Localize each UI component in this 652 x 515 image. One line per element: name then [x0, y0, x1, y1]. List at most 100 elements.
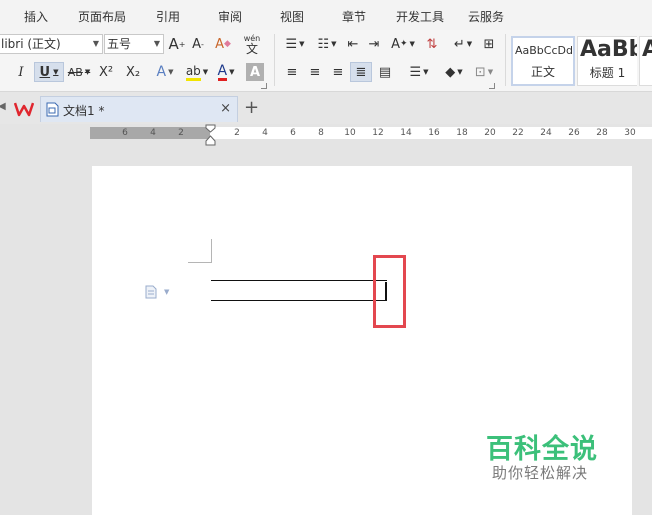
pinyin-char: 文 — [245, 42, 258, 56]
chevron-down-icon: ▼ — [153, 39, 160, 48]
ruler-tick: 6 — [122, 128, 128, 138]
ruler-tick: 20 — [484, 128, 496, 138]
margin-corner-mark — [188, 262, 212, 263]
font-dialog-launcher-icon[interactable] — [261, 83, 267, 89]
align-right-icon[interactable]: ≡ — [330, 62, 346, 82]
font-size-value: 五号 — [107, 37, 132, 51]
style-more[interactable]: A — [639, 36, 652, 86]
align-center-icon[interactable]: ≡ — [307, 62, 323, 82]
line-spacing-icon[interactable]: ☰ ▼ — [404, 62, 434, 82]
ruler-tick: 28 — [596, 128, 608, 138]
chevron-down-icon: ▼ — [92, 39, 99, 48]
tab-document-1[interactable]: 文档1 * × — [40, 96, 238, 122]
grow-font-icon[interactable]: A + — [168, 34, 186, 54]
decrease-indent-icon[interactable]: ⇤ — [344, 34, 362, 54]
clear-format-icon[interactable]: A ◆ — [212, 34, 234, 54]
menu-tab-cloud[interactable]: 云服务 — [468, 8, 504, 25]
menu-tab-references[interactable]: 引用 — [156, 8, 180, 25]
ribbon: libri (正文) ▼ 五号 ▼ A + A- A ◆ wén 文 I U ▼ AB… — [0, 30, 652, 92]
subscript-button[interactable]: X₂ — [122, 62, 144, 82]
chevron-down-icon: ▼ — [84, 68, 91, 76]
menu-bar: 插入 页面布局 引用 审阅 视图 章节 开发工具 云服务 — [0, 0, 652, 30]
chinese-layout-icon[interactable]: A ✦ ▼ — [388, 34, 418, 54]
ruler-tick: 30 — [624, 128, 636, 138]
highlight-annotation-box — [373, 255, 406, 328]
menu-tab-view[interactable]: 视图 — [280, 8, 304, 25]
menu-tab-page-layout[interactable]: 页面布局 — [78, 8, 126, 25]
tab-scroll-left-icon[interactable]: ◀ — [0, 101, 6, 112]
align-left-icon[interactable]: ≡ — [284, 62, 300, 82]
style-name: 正文 — [530, 65, 555, 79]
show-marks-icon[interactable]: ↵ ▼ — [450, 34, 476, 54]
italic-button[interactable]: I — [14, 62, 28, 82]
style-sample: AaBb — [580, 37, 637, 62]
font-size-select[interactable]: 五号 ▼ — [104, 34, 164, 54]
numbered-list-icon[interactable]: ☷ ▼ — [312, 34, 342, 54]
ruler-tick: 2 — [178, 128, 184, 138]
horizontal-ruler[interactable]: 6 4 2 2 4 6 8 10 12 14 16 18 20 22 24 26… — [90, 127, 652, 139]
highlight-color-icon[interactable]: ab ▼ — [182, 62, 212, 82]
ruler-tick: 12 — [372, 128, 384, 138]
document-tab-bar: ◀ 文档1 * × + — [0, 92, 652, 124]
text-effect-icon[interactable]: A ▼ — [151, 62, 179, 82]
divider — [505, 34, 506, 86]
increase-indent-icon[interactable]: ⇥ — [365, 34, 383, 54]
ruler-tick: 14 — [400, 128, 412, 138]
document-icon — [46, 102, 59, 117]
ruler-tick: 18 — [456, 128, 468, 138]
paint-bucket-icon[interactable]: ◆ ▼ — [440, 62, 468, 82]
ruler-tick: 10 — [344, 128, 356, 138]
style-sample: A — [642, 37, 652, 62]
menu-tab-insert[interactable]: 插入 — [24, 8, 48, 25]
char-shading-icon[interactable]: A — [246, 63, 264, 81]
pinyin-guide-button[interactable]: wén 文 — [239, 32, 265, 56]
shrink-font-icon[interactable]: A- — [189, 34, 207, 54]
underline-label: U — [39, 64, 51, 80]
superscript-button[interactable]: X² — [96, 62, 116, 82]
style-heading-1[interactable]: AaBb 标题 1 — [577, 36, 637, 86]
bullet-list-icon[interactable]: ☰ ▼ — [280, 34, 310, 54]
underline-button[interactable]: U ▼ — [34, 62, 64, 82]
style-normal[interactable]: AaBbCcDd 正文 — [511, 36, 575, 86]
chevron-down-icon: ▼ — [53, 68, 59, 76]
ruler-tick: 2 — [234, 128, 240, 138]
table-border-icon[interactable]: ⊞ — [480, 34, 498, 54]
font-color-icon[interactable]: A ▼ — [212, 62, 240, 82]
margin-corner-mark — [211, 239, 212, 263]
menu-tab-developer[interactable]: 开发工具 — [396, 8, 444, 25]
sort-icon[interactable]: ⇅ — [422, 34, 442, 54]
chevron-down-icon[interactable]: ▼ — [164, 288, 169, 296]
document-title: 文档1 * — [63, 104, 105, 118]
ruler-tick: 8 — [318, 128, 324, 138]
ruler-tick: 4 — [150, 128, 156, 138]
ruler-tick: 26 — [568, 128, 580, 138]
font-name-value: libri (正文) — [1, 37, 61, 51]
ruler-tick: 16 — [428, 128, 440, 138]
strikethrough-button[interactable]: AB ▼ — [66, 62, 92, 82]
style-name: 标题 1 — [589, 66, 626, 80]
strike-label: AB — [67, 65, 83, 79]
ruler-tick: 6 — [290, 128, 296, 138]
indent-marker-icon[interactable] — [205, 124, 216, 146]
font-color-label: A — [217, 62, 228, 81]
text-underline-bottom — [211, 300, 387, 301]
text-underline-top — [211, 280, 387, 281]
menu-tab-chapter[interactable]: 章节 — [342, 8, 366, 25]
ruler-tick: 24 — [540, 128, 552, 138]
divider — [274, 34, 275, 86]
new-tab-icon[interactable]: + — [244, 97, 259, 118]
borders-icon[interactable]: ⊡ ▼ — [470, 62, 498, 82]
menu-tab-review[interactable]: 审阅 — [218, 8, 242, 25]
ruler-tick: 22 — [512, 128, 524, 138]
style-sample: AaBbCcDd — [515, 44, 573, 57]
paragraph-handle-icon[interactable] — [145, 285, 157, 299]
font-name-select[interactable]: libri (正文) ▼ — [0, 34, 103, 54]
ruler-tick: 4 — [262, 128, 268, 138]
paragraph-dialog-launcher-icon[interactable] — [489, 83, 495, 89]
watermark-subtitle: 助你轻松解决 — [492, 464, 589, 482]
distribute-icon[interactable]: ▤ — [376, 62, 394, 82]
watermark-title: 百科全说 — [486, 434, 598, 465]
justify-icon[interactable]: ≣ — [350, 62, 372, 82]
close-icon[interactable]: × — [220, 101, 231, 116]
wps-logo-icon[interactable] — [14, 101, 34, 117]
